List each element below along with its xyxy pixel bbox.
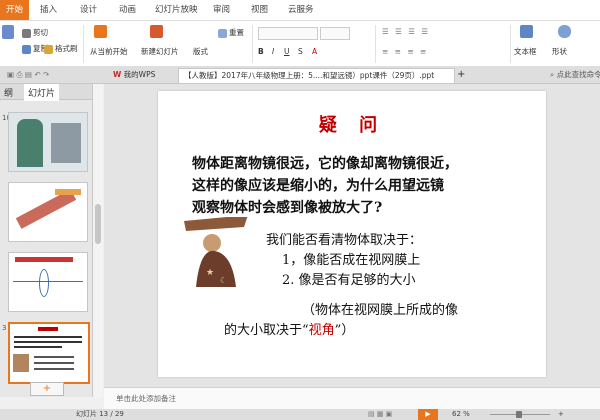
divider — [510, 25, 511, 63]
question-line: 我们能否看清物体取决于： — [266, 233, 423, 248]
menu-design[interactable]: 设计 — [80, 0, 97, 20]
slide-thumbnail-selected[interactable] — [8, 322, 90, 384]
from-current-button[interactable]: 从当前开始 — [90, 46, 128, 57]
slide-number: 3 — [2, 324, 7, 332]
play-slideshow-button[interactable]: ▶ — [418, 409, 438, 420]
head-shape — [203, 234, 221, 252]
paragraph-line: 这样的像应该是缩小的，为什么用望远镜 — [192, 178, 444, 194]
textbox-button[interactable]: 文本框 — [514, 46, 537, 57]
divider — [375, 25, 376, 63]
robe-shape — [196, 250, 236, 287]
zoom-level: 62 % — [452, 410, 470, 418]
status-bar: 幻灯片 13 / 29 ▤ ▦ ▣ ▶ 62 % + — [0, 409, 600, 420]
note-line: 的大小取决于“视角”） — [224, 323, 355, 338]
italic-button[interactable]: I — [272, 47, 274, 56]
note-line: （物体在视网膜上所成的像 — [302, 303, 459, 318]
panel-scrollbar[interactable] — [93, 84, 103, 397]
textbox-icon-wrap — [520, 25, 535, 38]
layout-button[interactable]: 版式 — [193, 46, 208, 57]
view-icons[interactable]: ▤ ▦ ▣ — [368, 409, 392, 420]
shapes-icon — [558, 25, 571, 38]
menu-slideshow[interactable]: 幻灯片放映 — [155, 0, 198, 20]
search-icon: ⌕ — [550, 70, 555, 79]
slide-thumbnail[interactable] — [8, 182, 88, 242]
star-icon: ★ — [206, 268, 214, 278]
textbox-icon — [520, 25, 533, 38]
list-item: 1，像能否成在视网膜上 — [282, 253, 421, 268]
tab-outline[interactable]: 纲 — [4, 86, 13, 99]
slide-canvas: 疑 问 物体距离物镜很远，它的像却离物镜很近， 这样的像应该是缩小的，为什么用望… — [104, 84, 600, 387]
font-size-select[interactable] — [320, 27, 350, 40]
reset-icon — [218, 28, 227, 38]
divider — [252, 25, 253, 63]
menu-cloud[interactable]: 云服务 — [288, 0, 314, 20]
divider — [83, 25, 84, 63]
menu-animation[interactable]: 动画 — [119, 0, 136, 20]
slide-panel: 纲 幻灯片 10 3 + — [0, 84, 93, 397]
play-icon — [94, 25, 107, 38]
menu-review[interactable]: 审阅 — [213, 0, 230, 20]
strike-button[interactable]: S — [298, 47, 303, 56]
highlight-text: 视角 — [308, 323, 335, 338]
shapes-button[interactable]: 形状 — [552, 46, 567, 57]
slide-title: 疑 问 — [318, 115, 386, 136]
panel-tabs: 纲 幻灯片 — [0, 84, 92, 101]
shapes-icon-wrap — [558, 25, 573, 38]
telescope-shape — [184, 217, 248, 231]
star-icon: ☾ — [220, 276, 227, 285]
menu-insert[interactable]: 插入 — [40, 0, 57, 20]
new-slide-icon — [150, 25, 163, 38]
tab-slides[interactable]: 幻灯片 — [24, 84, 60, 101]
slide-thumbnail[interactable] — [8, 252, 88, 312]
paste-button[interactable] — [2, 25, 16, 39]
menu-view[interactable]: 视图 — [251, 0, 268, 20]
slide-counter: 幻灯片 13 / 29 — [76, 410, 124, 418]
new-slide-icon-wrap — [150, 25, 165, 38]
scissors-icon — [22, 28, 31, 38]
bold-button[interactable]: B — [258, 47, 264, 56]
reset-button[interactable]: 重置 — [218, 27, 244, 38]
menu-bar: 开始 插入 设计 动画 幻灯片放映 审阅 视图 云服务 — [0, 0, 600, 21]
paragraph-line: 物体距离物镜很远，它的像却离物镜很近， — [192, 156, 458, 172]
copy-icon — [22, 44, 31, 54]
tab-document[interactable]: 【人教版】2017年八年级物理上册：5....和望远镜）ppt课件（29页）.p… — [178, 68, 455, 83]
slide-thumbnail[interactable] — [8, 112, 88, 172]
search-command[interactable]: ⌕ 点此查找命令 — [545, 68, 600, 82]
add-slide-button[interactable]: + — [30, 382, 64, 396]
slide[interactable]: 疑 问 物体距离物镜很远，它的像却离物镜很近， 这样的像应该是缩小的，为什么用望… — [158, 91, 546, 377]
underline-button[interactable]: U — [284, 47, 290, 56]
paragraph-tools[interactable]: ☰ ☰ ☰ ☰ — [382, 27, 430, 36]
paste-icon — [2, 25, 14, 39]
from-current-icon-wrap — [94, 25, 109, 38]
new-tab-button[interactable]: + — [452, 68, 470, 82]
scroll-thumb[interactable] — [95, 204, 101, 244]
paragraph-line: 观察物体时会感到像被放大了? — [192, 200, 383, 216]
menu-home[interactable]: 开始 — [0, 0, 30, 20]
quick-access-icons[interactable]: ▣ ⎙ ▤ ↶ ↷ — [2, 68, 54, 82]
wps-logo-icon: W — [113, 70, 122, 79]
astronomer-illustration: ★ ☾ — [184, 217, 248, 287]
cut-button[interactable]: 剪切 — [22, 27, 48, 38]
font-color-button[interactable]: A — [312, 47, 317, 56]
align-tools[interactable]: ≡ ≡ ≡ ≡ — [382, 47, 428, 56]
zoom-in-button[interactable]: + — [558, 409, 564, 420]
ribbon-toolbar: 剪切 复制 格式刷 从当前开始 新建幻灯片 版式 重置 B I U S A ☰ … — [0, 21, 600, 67]
notes-pane[interactable]: 单击此处添加备注 — [104, 387, 600, 410]
zoom-handle[interactable] — [516, 411, 522, 418]
font-name-select[interactable] — [258, 27, 318, 40]
tab-mywps[interactable]: W 我的WPS — [108, 68, 160, 82]
notes-placeholder: 单击此处添加备注 — [116, 394, 176, 403]
new-slide-button[interactable]: 新建幻灯片 — [141, 46, 179, 57]
brush-icon — [44, 44, 53, 54]
list-item: 2. 像是否有足够的大小 — [282, 273, 416, 288]
format-painter-button[interactable]: 格式刷 — [44, 43, 78, 54]
document-tab-bar: ▣ ⎙ ▤ ↶ ↷ W 我的WPS 【人教版】2017年八年级物理上册：5...… — [0, 66, 600, 84]
